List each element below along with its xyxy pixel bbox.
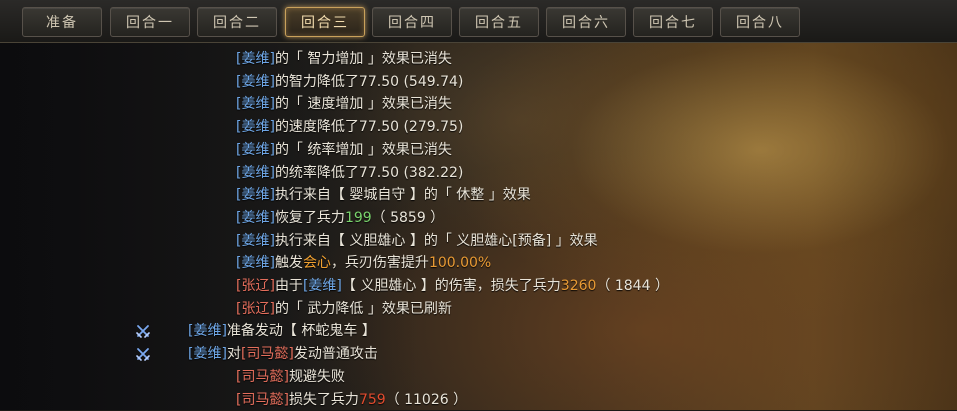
log-text: 的「 速度增加 」效果已消失 — [274, 96, 452, 112]
log-text: 的「 武力降低 」效果已刷新 — [274, 301, 452, 317]
tab-prepare[interactable]: 准备 — [22, 7, 102, 37]
tab-round-5[interactable]: 回合五 — [459, 7, 539, 37]
general-name: [姜维] — [188, 323, 227, 339]
log-text: （ 1844 ） — [596, 278, 669, 294]
crossed-swords-icon — [136, 348, 150, 361]
general-name: [姜维] — [302, 278, 342, 294]
log-text: 触发 — [274, 255, 303, 271]
log-text: （ 11026 ） — [385, 392, 468, 408]
log-text: 759 — [358, 392, 386, 408]
log-text: 准备发动【 杯蛇鬼车 】 — [226, 323, 376, 339]
log-line: [姜维]的统率降低了77.50 (382.22) — [236, 162, 463, 184]
general-name: [司马懿] — [240, 346, 294, 362]
tab-round-8[interactable]: 回合八 — [720, 7, 800, 37]
log-line: [姜维]恢复了兵力199（ 5859 ） — [236, 207, 444, 229]
log-text: 规避失败 — [288, 369, 345, 385]
tab-round-6[interactable]: 回合六 — [546, 7, 626, 37]
general-name: [姜维] — [236, 187, 275, 203]
log-text: 的「 统率增加 」效果已消失 — [274, 142, 452, 158]
log-text: 199 — [344, 210, 372, 226]
tab-round-4[interactable]: 回合四 — [372, 7, 452, 37]
log-text: 会心 — [302, 255, 331, 271]
log-text: 的「 智力增加 」效果已消失 — [274, 51, 452, 67]
log-text: 损失了兵力 — [288, 392, 359, 408]
log-text: ，兵刃伤害提升 — [330, 255, 429, 271]
log-line: [姜维]准备发动【 杯蛇鬼车 】 — [188, 320, 376, 342]
general-name: [司马懿] — [236, 369, 289, 385]
general-name: [姜维] — [236, 51, 275, 67]
log-line: [姜维]触发会心，兵刃伤害提升100.00% — [236, 252, 491, 274]
log-text: 发动普通攻击 — [293, 346, 378, 362]
tab-round-7[interactable]: 回合七 — [633, 7, 713, 37]
general-name: [姜维] — [236, 119, 275, 135]
general-name: [姜维] — [236, 74, 275, 90]
tab-round-1[interactable]: 回合一 — [110, 7, 190, 37]
log-text: 的统率降低了77.50 (382.22) — [274, 165, 464, 181]
log-line: [姜维]的速度降低了77.50 (279.75) — [236, 116, 463, 138]
crossed-swords-icon — [136, 325, 150, 338]
general-name: [张辽] — [236, 278, 275, 294]
log-line: [姜维]的「 速度增加 」效果已消失 — [236, 93, 452, 115]
log-line: [姜维]的智力降低了77.50 (549.74) — [236, 71, 463, 93]
log-text: 执行来自【 婴城自守 】的「 休整 」效果 — [274, 187, 531, 203]
round-tab-bar: 准备 回合一 回合二 回合三 回合四 回合五 回合六 回合七 回合八 — [0, 0, 957, 43]
log-line: [张辽]由于[姜维]【 义胆雄心 】的伤害，损失了兵力3260（ 1844 ） — [236, 275, 669, 297]
log-text: （ 5859 ） — [371, 210, 445, 226]
tab-round-3[interactable]: 回合三 — [285, 7, 365, 37]
log-text: 【 义胆雄心 】的伤害，损失了兵力 — [341, 278, 561, 294]
log-text: 100.00% — [428, 255, 492, 271]
general-name: [姜维] — [236, 233, 275, 249]
log-line: [姜维]的「 智力增加 」效果已消失 — [236, 48, 452, 70]
log-line: [司马懿]规避失败 — [236, 366, 345, 388]
log-text: 对 — [226, 346, 241, 362]
log-text: 3260 — [560, 278, 597, 294]
log-text: 的智力降低了77.50 (549.74) — [274, 74, 464, 90]
general-name: [姜维] — [236, 96, 275, 112]
log-line: [姜维]对[司马懿]发动普通攻击 — [188, 343, 378, 365]
general-name: [姜维] — [236, 165, 275, 181]
general-name: [姜维] — [236, 142, 275, 158]
log-text: 恢复了兵力 — [274, 210, 345, 226]
log-line: [张辽]的「 武力降低 」效果已刷新 — [236, 298, 452, 320]
log-line: [姜维]执行来自【 义胆雄心 】的「 义胆雄心[预备] 」效果 — [236, 230, 598, 252]
log-line: [姜维]的「 统率增加 」效果已消失 — [236, 139, 452, 161]
log-text: 的速度降低了77.50 (279.75) — [274, 119, 464, 135]
log-line: [司马懿]损失了兵力759（ 11026 ） — [236, 389, 467, 411]
general-name: [姜维] — [188, 346, 227, 362]
log-line: [姜维]执行来自【 婴城自守 】的「 休整 」效果 — [236, 184, 531, 206]
log-text: 执行来自【 义胆雄心 】的「 义胆雄心[预备] 」效果 — [274, 233, 598, 249]
general-name: [张辽] — [236, 301, 275, 317]
general-name: [姜维] — [236, 210, 275, 226]
general-name: [姜维] — [236, 255, 275, 271]
tab-round-2[interactable]: 回合二 — [197, 7, 277, 37]
log-text: 由于 — [274, 278, 303, 294]
general-name: [司马懿] — [236, 392, 289, 408]
